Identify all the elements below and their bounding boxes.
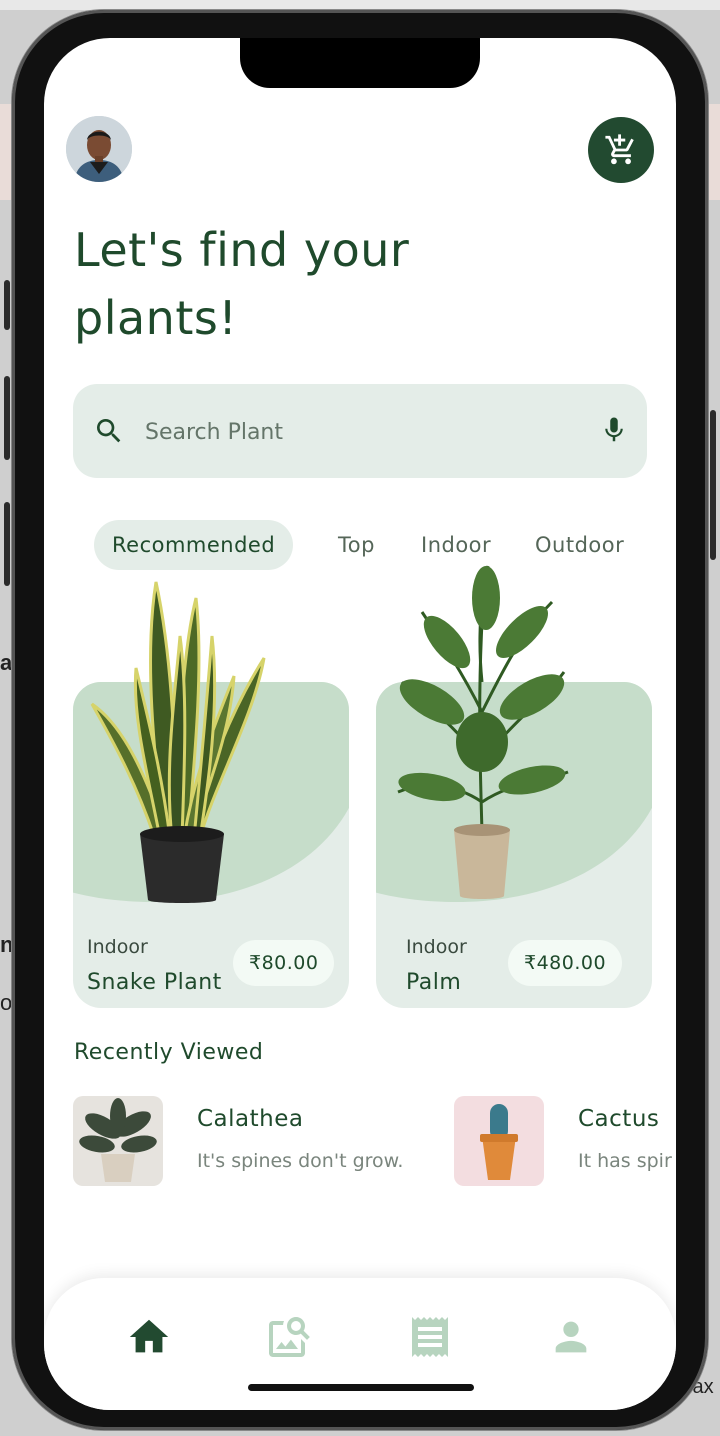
phone-side-button xyxy=(4,376,10,460)
title-line-1: Let's find your xyxy=(74,223,410,277)
phone-side-button xyxy=(4,280,10,330)
phone-side-button xyxy=(4,502,10,586)
nav-image-search[interactable] xyxy=(264,1312,314,1362)
tab-recommended[interactable]: Recommended xyxy=(94,520,294,570)
card-price[interactable]: ₹480.00 xyxy=(508,940,623,986)
home-indicator[interactable] xyxy=(248,1384,474,1391)
recently-viewed-title: Recently Viewed xyxy=(74,1040,264,1065)
recent-item[interactable]: Calathea It's spines don't grow. xyxy=(73,1096,433,1186)
card-name: Snake Plant xyxy=(87,970,222,995)
nav-home[interactable] xyxy=(124,1312,174,1362)
notch xyxy=(240,38,480,88)
snake-plant-image xyxy=(90,581,266,903)
search-input[interactable] xyxy=(143,412,567,452)
cart-icon xyxy=(605,134,634,165)
card-category: Indoor xyxy=(87,936,148,958)
background-band-top xyxy=(0,0,720,10)
card-category: Indoor xyxy=(406,936,467,958)
calathea-thumbnail xyxy=(73,1096,163,1186)
search-bar xyxy=(73,384,647,478)
person-icon xyxy=(555,1321,587,1353)
microphone-icon[interactable] xyxy=(599,413,629,451)
recent-item-name: Cactus xyxy=(578,1106,660,1132)
recent-item-description: It's spines don't grow. xyxy=(197,1150,404,1172)
receipt-icon xyxy=(412,1317,448,1357)
nav-receipt[interactable] xyxy=(405,1312,455,1362)
recent-item[interactable]: Cactus It has spir xyxy=(454,1096,676,1186)
app-screen: Let's find your plants! Recommended Top … xyxy=(44,38,676,1410)
cart-button[interactable] xyxy=(588,117,654,183)
page-title: Let's find your plants! xyxy=(74,216,494,352)
cactus-thumbnail xyxy=(454,1096,544,1186)
nav-profile[interactable] xyxy=(546,1312,596,1362)
tab-top[interactable]: Top xyxy=(338,520,375,570)
recent-item-name: Calathea xyxy=(197,1106,304,1132)
phone-side-button xyxy=(710,410,716,560)
avatar[interactable] xyxy=(66,116,132,182)
home-icon xyxy=(129,1319,169,1353)
recent-item-description: It has spir xyxy=(578,1150,672,1172)
image-search-icon xyxy=(269,1317,310,1357)
card-price[interactable]: ₹80.00 xyxy=(233,940,335,986)
avatar-image xyxy=(66,116,132,182)
card-name: Palm xyxy=(406,970,462,995)
title-line-2: plants! xyxy=(74,291,238,345)
search-icon[interactable] xyxy=(93,415,125,451)
palm-plant-image xyxy=(397,565,569,899)
